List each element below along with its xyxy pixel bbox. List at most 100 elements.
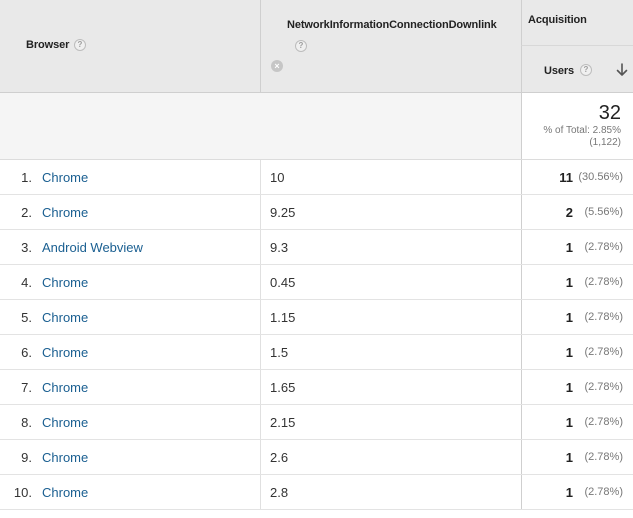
downlink-cell: 2.6 <box>260 440 521 474</box>
users-percentage: (2.78%) <box>584 311 623 323</box>
downlink-cell: 1.15 <box>260 300 521 334</box>
downlink-value: 10 <box>270 170 285 185</box>
downlink-value: 9.25 <box>270 205 296 220</box>
summary-row: 32 % of Total: 2.85% (1,122) <box>0 93 633 160</box>
users-total-count: (1,122) <box>589 137 621 148</box>
users-value: 1 <box>565 240 573 255</box>
downlink-cell: 2.15 <box>260 405 521 439</box>
column-header-browser[interactable]: Browser ? <box>0 0 260 93</box>
users-value: 2 <box>565 205 573 220</box>
network-header-label: NetworkInformationConnectionDownlink <box>287 19 497 31</box>
downlink-cell: 1.65 <box>260 370 521 404</box>
row-index: 9. <box>21 450 32 465</box>
browser-link[interactable]: Chrome <box>42 205 88 220</box>
users-cell: 11 (30.56%) <box>521 160 633 194</box>
table-row: 5. Chrome 1.15 1 (2.78%) <box>0 300 633 335</box>
table-row: 3. Android Webview 9.3 1 (2.78%) <box>0 230 633 265</box>
users-percentage: (2.78%) <box>584 486 623 498</box>
remove-dimension-icon[interactable]: × <box>271 60 283 72</box>
users-cell: 1 (2.78%) <box>521 300 633 334</box>
downlink-value: 9.3 <box>270 240 289 255</box>
users-percentage: (5.56%) <box>584 206 623 218</box>
help-icon[interactable]: ? <box>295 40 307 52</box>
users-value: 1 <box>565 345 573 360</box>
browser-link[interactable]: Chrome <box>42 170 88 185</box>
users-header-label: Users <box>544 65 575 77</box>
column-header-network-downlink[interactable]: NetworkInformationConnectionDownlink ? × <box>260 0 521 93</box>
users-total-value: 32 <box>598 102 621 124</box>
users-value: 11 <box>559 170 573 185</box>
column-group-acquisition: Acquisition <box>521 0 633 46</box>
users-value: 1 <box>565 275 573 290</box>
users-value: 1 <box>565 485 573 500</box>
downlink-cell: 9.25 <box>260 195 521 229</box>
users-percentage: (2.78%) <box>584 276 623 288</box>
users-value: 1 <box>565 450 573 465</box>
users-percentage: (2.78%) <box>584 346 623 358</box>
users-cell: 1 (2.78%) <box>521 440 633 474</box>
row-index: 8. <box>21 415 32 430</box>
row-index: 7. <box>21 380 32 395</box>
table-row: 7. Chrome 1.65 1 (2.78%) <box>0 370 633 405</box>
browser-link[interactable]: Chrome <box>42 415 88 430</box>
downlink-cell: 0.45 <box>260 265 521 299</box>
downlink-value: 2.8 <box>270 485 289 500</box>
browser-link[interactable]: Chrome <box>42 275 88 290</box>
users-percentage: (30.56%) <box>578 171 623 183</box>
help-icon[interactable]: ? <box>580 64 592 76</box>
users-cell: 1 (2.78%) <box>521 265 633 299</box>
downlink-value: 0.45 <box>270 275 296 290</box>
downlink-value: 1.15 <box>270 310 296 325</box>
row-index: 5. <box>21 310 32 325</box>
table-row: 1. Chrome 10 11 (30.56%) <box>0 160 633 195</box>
users-value: 1 <box>565 380 573 395</box>
users-value: 1 <box>565 415 573 430</box>
users-percentage: (2.78%) <box>584 381 623 393</box>
table-row: 6. Chrome 1.5 1 (2.78%) <box>0 335 633 370</box>
table-body: 1. Chrome 10 11 (30.56%) 2. Chrome 9.25 2 (5.56%)… <box>0 160 633 510</box>
users-cell: 1 (2.78%) <box>521 370 633 404</box>
users-cell: 1 (2.78%) <box>521 230 633 264</box>
row-index: 4. <box>21 275 32 290</box>
downlink-cell: 10 <box>260 160 521 194</box>
row-index: 2. <box>21 205 32 220</box>
row-index: 6. <box>21 345 32 360</box>
analytics-report-table: Browser ? NetworkInformationConnectionDo… <box>0 0 633 518</box>
browser-link[interactable]: Chrome <box>42 485 88 500</box>
browser-link[interactable]: Chrome <box>42 380 88 395</box>
browser-header-label: Browser <box>26 39 70 51</box>
downlink-cell: 9.3 <box>260 230 521 264</box>
downlink-value: 1.5 <box>270 345 289 360</box>
users-percentage: (2.78%) <box>584 451 623 463</box>
column-header-users[interactable]: Users ? <box>521 46 633 93</box>
downlink-value: 1.65 <box>270 380 296 395</box>
users-percentage: (2.78%) <box>584 241 623 253</box>
downlink-value: 2.15 <box>270 415 296 430</box>
downlink-cell: 2.8 <box>260 475 521 509</box>
row-index: 10. <box>13 485 32 500</box>
users-value: 1 <box>565 310 573 325</box>
sort-descending-icon[interactable] <box>616 63 628 77</box>
users-percentage: (2.78%) <box>584 416 623 428</box>
acquisition-header-label: Acquisition <box>528 14 587 26</box>
help-icon[interactable]: ? <box>74 39 86 51</box>
users-cell: 1 (2.78%) <box>521 405 633 439</box>
browser-link[interactable]: Chrome <box>42 310 88 325</box>
users-total-cell: 32 % of Total: 2.85% (1,122) <box>521 93 633 159</box>
downlink-value: 2.6 <box>270 450 289 465</box>
users-cell: 1 (2.78%) <box>521 335 633 369</box>
browser-link[interactable]: Chrome <box>42 450 88 465</box>
users-pct-of-total: % of Total: 2.85% <box>543 125 621 136</box>
downlink-cell: 1.5 <box>260 335 521 369</box>
browser-link[interactable]: Android Webview <box>42 240 143 255</box>
table-row: 8. Chrome 2.15 1 (2.78%) <box>0 405 633 440</box>
table-row: 9. Chrome 2.6 1 (2.78%) <box>0 440 633 475</box>
table-row: 4. Chrome 0.45 1 (2.78%) <box>0 265 633 300</box>
row-index: 3. <box>21 240 32 255</box>
users-cell: 1 (2.78%) <box>521 475 633 509</box>
users-cell: 2 (5.56%) <box>521 195 633 229</box>
table-row: 10. Chrome 2.8 1 (2.78%) <box>0 475 633 510</box>
browser-link[interactable]: Chrome <box>42 345 88 360</box>
row-index: 1. <box>21 170 32 185</box>
table-row: 2. Chrome 9.25 2 (5.56%) <box>0 195 633 230</box>
